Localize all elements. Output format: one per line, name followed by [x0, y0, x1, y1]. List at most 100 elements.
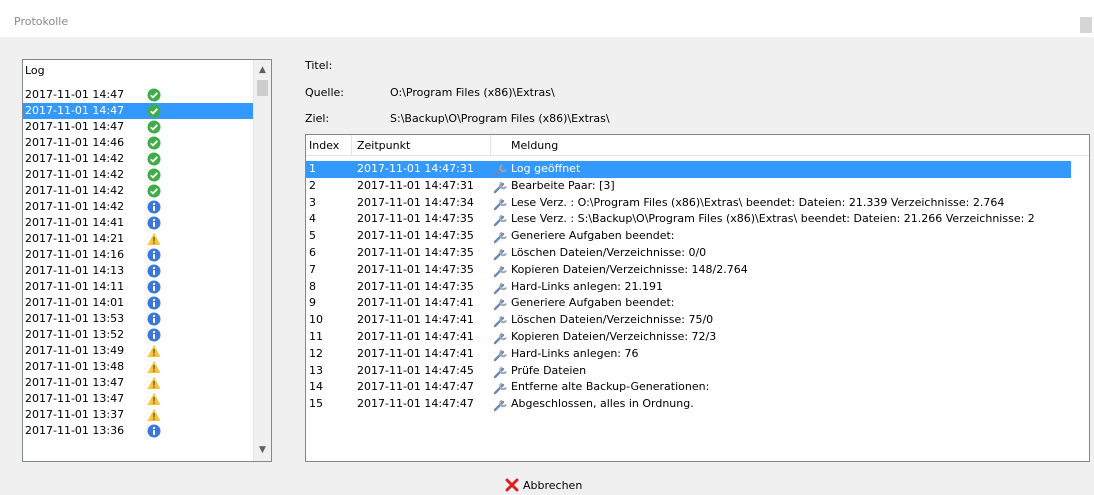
log-list-item[interactable]: 2017-11-01 13:47	[23, 391, 254, 407]
table-row[interactable]: 8 2017-11-01 14:47:35 Hard-Links anlegen: …	[306, 279, 1089, 296]
table-rows: 1 2017-11-01 14:47:31 Log geöffnet 2 2017-11…	[306, 161, 1089, 413]
log-item-time: 2017-11-01 14:47	[25, 120, 125, 133]
log-item-time: 2017-11-01 13:47	[25, 376, 125, 389]
column-divider[interactable]	[490, 135, 491, 155]
info-circle-icon	[147, 312, 161, 326]
row-message: Kopieren Dateien/Verzeichnisse: 148/2.76…	[511, 262, 748, 276]
row-index: 12	[309, 346, 323, 360]
column-index[interactable]: Index	[309, 139, 339, 152]
log-list-item[interactable]: 2017-11-01 13:47	[23, 375, 254, 391]
log-list-item[interactable]: 2017-11-01 14:42	[23, 183, 254, 199]
title-bar: Protokolle	[0, 5, 1094, 37]
log-list-header: Log	[25, 64, 45, 77]
wrench-icon	[493, 164, 507, 177]
log-list-item[interactable]: 2017-11-01 14:42	[23, 199, 254, 215]
table-row[interactable]: 4 2017-11-01 14:47:35 Lese Verz. : S:\Back…	[306, 211, 1089, 228]
red-x-icon	[505, 478, 519, 492]
table-row[interactable]: 9 2017-11-01 14:47:41 Generiere Aufgaben b…	[306, 295, 1089, 312]
scroll-down-icon[interactable]: ▼	[254, 442, 271, 459]
log-list-item[interactable]: 2017-11-01 14:01	[23, 295, 254, 311]
log-list-item[interactable]: 2017-11-01 14:16	[23, 247, 254, 263]
log-list-item[interactable]: 2017-11-01 14:11	[23, 279, 254, 295]
info-circle-icon	[147, 280, 161, 294]
row-index: 3	[309, 195, 316, 209]
scroll-thumb[interactable]	[257, 80, 268, 96]
log-item-time: 2017-11-01 14:42	[25, 168, 125, 181]
log-item-time: 2017-11-01 14:42	[25, 200, 125, 213]
log-item-time: 2017-11-01 13:47	[25, 392, 125, 405]
table-row[interactable]: 12 2017-11-01 14:47:41 Hard-Links anlegen:…	[306, 346, 1089, 363]
log-item-time: 2017-11-01 14:42	[25, 152, 125, 165]
row-message: Prüfe Dateien	[511, 363, 587, 377]
row-time: 2017-11-01 14:47:45	[357, 363, 474, 377]
table-row[interactable]: 10 2017-11-01 14:47:41 Löschen Dateien/Ver…	[306, 312, 1089, 329]
row-message: Entferne alte Backup-Generationen:	[511, 380, 710, 394]
log-list-item[interactable]: 2017-11-01 14:42	[23, 151, 254, 167]
wrench-icon	[493, 248, 507, 261]
log-list-item[interactable]: 2017-11-01 14:13	[23, 263, 254, 279]
table-row[interactable]: 5 2017-11-01 14:47:35 Generiere Aufgaben b…	[306, 228, 1089, 245]
title-label: Titel:	[305, 59, 333, 72]
wrench-icon	[493, 349, 507, 361]
table-row[interactable]: 11 2017-11-01 14:47:41 Kopieren Dateien/Ve…	[306, 329, 1089, 346]
log-list-item[interactable]: 2017-11-01 13:52	[23, 327, 254, 343]
row-time: 2017-11-01 14:47:41	[357, 313, 474, 327]
table-row[interactable]: 15 2017-11-01 14:47:47 Abgeschlossen, alle…	[306, 396, 1089, 413]
log-list[interactable]: Log 2017-11-01 14:47 2017-11-01 14:47 2017…	[22, 59, 272, 462]
warning-triangle-icon	[147, 361, 161, 373]
message-table[interactable]: Index Zeitpunkt Meldung 1 2017-11-01 14:4…	[305, 134, 1090, 462]
table-header: Index Zeitpunkt Meldung	[306, 135, 1089, 156]
table-row[interactable]: 2 2017-11-01 14:47:31 Bearbeite Paar: [3]	[306, 178, 1089, 195]
row-index: 1	[309, 162, 316, 175]
check-circle-icon	[147, 168, 161, 182]
row-time: 2017-11-01 14:47:34	[357, 195, 474, 209]
source-label: Quelle:	[305, 86, 344, 99]
wrench-icon	[493, 382, 507, 395]
column-message[interactable]: Meldung	[511, 139, 558, 152]
check-circle-icon	[147, 136, 161, 150]
log-list-item[interactable]: 2017-11-01 14:41	[23, 215, 254, 231]
table-row[interactable]: 6 2017-11-01 14:47:35 Löschen Dateien/Verz…	[306, 245, 1089, 262]
column-divider[interactable]	[351, 135, 352, 155]
table-row[interactable]: 3 2017-11-01 14:47:34 Lese Verz. : O:\Prog…	[306, 195, 1089, 212]
log-list-item[interactable]: 2017-11-01 14:46	[23, 135, 254, 151]
log-list-item[interactable]: 2017-11-01 14:47	[23, 87, 254, 103]
row-message: Generiere Aufgaben beendet:	[511, 296, 675, 310]
log-list-scrollbar[interactable]: ▲ ▼	[253, 60, 271, 461]
row-message: Generiere Aufgaben beendet:	[511, 229, 675, 243]
table-row[interactable]: 14 2017-11-01 14:47:47 Entferne alte Backu…	[306, 379, 1089, 396]
log-list-item[interactable]: 2017-11-01 14:42	[23, 167, 254, 183]
log-list-item[interactable]: 2017-11-01 13:36	[23, 423, 254, 439]
row-index: 9	[309, 296, 316, 310]
wrench-icon	[493, 282, 507, 294]
log-list-item[interactable]: 2017-11-01 13:53	[23, 311, 254, 327]
log-list-item[interactable]: 2017-11-01 14:47	[23, 103, 254, 119]
window-title: Protokolle	[14, 15, 69, 28]
row-index: 2	[309, 178, 316, 192]
row-index: 5	[309, 229, 316, 243]
warning-triangle-icon	[147, 345, 161, 357]
wrench-icon	[493, 181, 507, 193]
info-circle-icon	[147, 248, 161, 262]
log-item-time: 2017-11-01 14:46	[25, 136, 125, 149]
log-list-item[interactable]: 2017-11-01 13:37	[23, 407, 254, 423]
row-message: Löschen Dateien/Verzeichnisse: 75/0	[511, 313, 714, 327]
column-time[interactable]: Zeitpunkt	[357, 139, 410, 152]
scroll-up-icon[interactable]: ▲	[254, 62, 271, 79]
check-circle-icon	[147, 152, 161, 166]
log-list-item[interactable]: 2017-11-01 13:48	[23, 359, 254, 375]
table-row[interactable]: 1 2017-11-01 14:47:31 Log geöffnet	[306, 161, 1089, 178]
row-time: 2017-11-01 14:47:41	[357, 296, 474, 310]
row-message: Lese Verz. : S:\Backup\O\Program Files (…	[511, 212, 1035, 226]
window-control[interactable]	[1080, 17, 1092, 33]
info-circle-icon	[147, 216, 161, 230]
wrench-icon	[493, 265, 507, 277]
log-list-item[interactable]: 2017-11-01 14:47	[23, 119, 254, 135]
cancel-button[interactable]: Abbrechen	[505, 475, 582, 495]
log-list-item[interactable]: 2017-11-01 13:49	[23, 343, 254, 359]
table-row[interactable]: 7 2017-11-01 14:47:35 Kopieren Dateien/Ver…	[306, 262, 1089, 279]
table-row[interactable]: 13 2017-11-01 14:47:45 Prüfe Dateien	[306, 363, 1089, 380]
row-time: 2017-11-01 14:47:31	[357, 162, 474, 175]
log-list-item[interactable]: 2017-11-01 14:21	[23, 231, 254, 247]
log-item-time: 2017-11-01 13:48	[25, 360, 125, 373]
